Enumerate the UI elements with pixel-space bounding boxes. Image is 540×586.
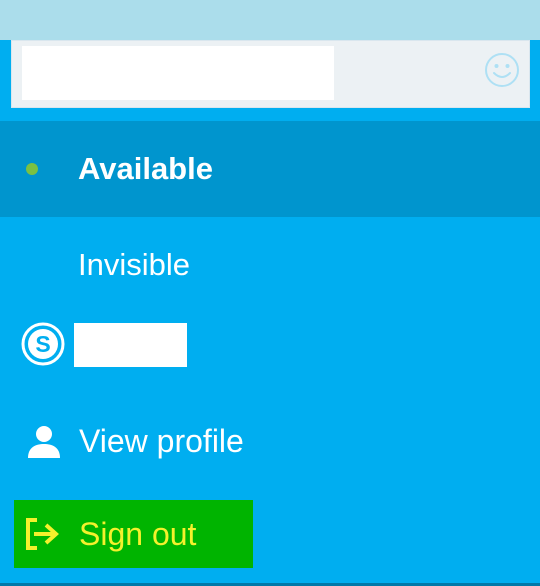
account-row: S: [0, 312, 540, 378]
status-available-label: Available: [78, 151, 213, 186]
person-icon: [28, 426, 60, 458]
sign-out-item[interactable]: Sign out: [14, 500, 253, 568]
svg-text:S: S: [35, 331, 50, 357]
status-invisible-label: Invisible: [78, 247, 190, 282]
account-name: [74, 323, 187, 367]
skype-icon: S: [21, 322, 65, 366]
smiley-icon[interactable]: [483, 51, 521, 89]
status-invisible-item[interactable]: Invisible: [0, 217, 540, 313]
view-profile-item[interactable]: View profile: [0, 404, 540, 480]
sign-out-label: Sign out: [79, 516, 197, 552]
status-available-dot: [26, 163, 38, 175]
top-strip: [0, 0, 540, 40]
sign-out-icon: [26, 518, 59, 550]
status-available-item[interactable]: Available: [0, 121, 540, 217]
mood-message-input[interactable]: [22, 46, 334, 100]
mood-message-box: [11, 40, 530, 108]
view-profile-label: View profile: [79, 423, 244, 459]
